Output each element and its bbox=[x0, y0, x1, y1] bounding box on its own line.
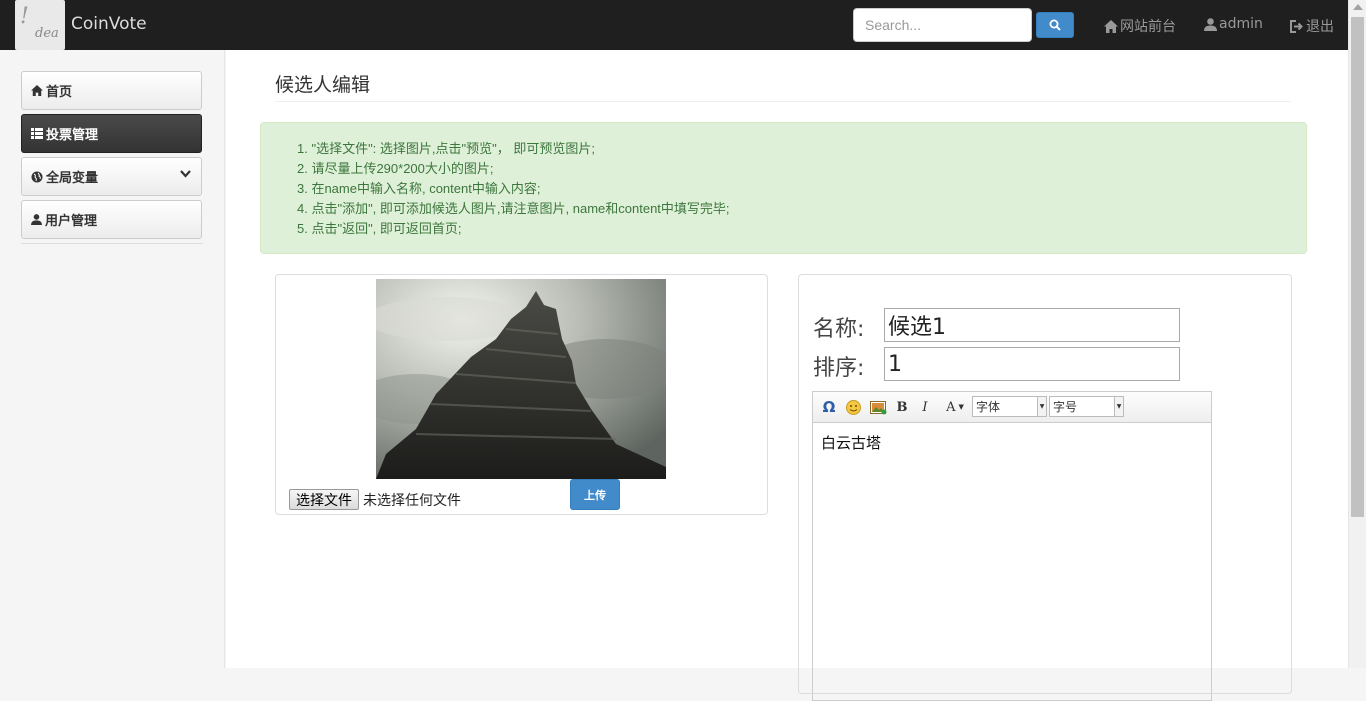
brand-name[interactable]: CoinVote bbox=[71, 14, 147, 34]
rich-text-editor: Ω B I A ▼ 字体 ▼ 字号 ▼ 白云古塔 bbox=[812, 391, 1212, 701]
instruction-item: 3. 在name中输入名称, content中输入内容; bbox=[297, 181, 541, 196]
name-label: 名称: bbox=[813, 317, 865, 342]
instruction-item: 1. "选择文件": 选择图片,点击"预览"， 即可预览图片; bbox=[297, 141, 595, 156]
bold-button[interactable]: B bbox=[895, 398, 909, 416]
order-input[interactable] bbox=[884, 347, 1180, 381]
nav-link-label: admin bbox=[1219, 16, 1263, 32]
nav-link-frontend[interactable]: 网站前台 bbox=[1104, 16, 1176, 36]
scrollbar-thumb[interactable] bbox=[1351, 17, 1364, 517]
file-status-text: 未选择任何文件 bbox=[363, 492, 461, 509]
sidebar-item-label: 用户管理 bbox=[45, 214, 98, 229]
font-family-select-value: 字体 bbox=[976, 400, 1001, 414]
sidebar-item-label: 首页 bbox=[46, 85, 73, 100]
home-icon bbox=[1104, 19, 1118, 33]
editor-content[interactable]: 白云古塔 bbox=[821, 432, 881, 453]
font-family-select[interactable]: 字体 ▼ bbox=[972, 396, 1047, 417]
home-icon bbox=[31, 85, 43, 96]
main-content: 候选人编辑 1. "选择文件": 选择图片,点击"预览"， 即可预览图片; 2.… bbox=[226, 50, 1348, 701]
special-char-icon[interactable]: Ω bbox=[821, 398, 837, 416]
search-input[interactable] bbox=[853, 8, 1032, 42]
list-icon bbox=[31, 128, 43, 139]
insert-image-icon[interactable] bbox=[869, 398, 887, 416]
candidate-form-panel: 名称: 排序: Ω B I A▼ 字体 ▼ 字号 bbox=[798, 274, 1292, 701]
chevron-down-icon[interactable] bbox=[180, 170, 191, 178]
name-input[interactable] bbox=[884, 308, 1180, 342]
font-size-select-value: 字号 bbox=[1053, 400, 1078, 414]
image-upload-panel: 选择文件 未选择任何文件 上传 bbox=[275, 274, 768, 515]
scroll-up-arrow-icon[interactable] bbox=[1353, 4, 1363, 10]
sidebar-item-vote-management[interactable]: 投票管理 bbox=[21, 114, 202, 153]
font-color-button[interactable]: A ▼ bbox=[941, 398, 969, 416]
instructions-list: 1. "选择文件": 选择图片,点击"预览"， 即可预览图片; 2. 请尽量上传… bbox=[297, 139, 730, 239]
dropdown-arrow-icon: ▼ bbox=[1114, 397, 1123, 416]
instructions-alert: 1. "选择文件": 选择图片,点击"预览"， 即可预览图片; 2. 请尽量上传… bbox=[260, 122, 1307, 254]
instruction-item: 5. 点击"返回", 即可返回首页; bbox=[297, 221, 462, 236]
logo-subtext: dea bbox=[35, 26, 59, 41]
order-label: 排序: bbox=[813, 356, 865, 381]
emoticon-icon[interactable] bbox=[845, 398, 861, 416]
top-navbar: ! dea CoinVote 网站前台 admin 退出 bbox=[0, 0, 1348, 50]
user-icon bbox=[31, 214, 42, 225]
page-title: 候选人编辑 bbox=[275, 74, 371, 96]
nav-link-logout[interactable]: 退出 bbox=[1290, 16, 1334, 36]
sidebar-item-label: 投票管理 bbox=[46, 128, 99, 143]
search-icon bbox=[1049, 19, 1061, 31]
choose-file-button[interactable]: 选择文件 bbox=[289, 489, 359, 510]
sidebar-divider bbox=[21, 243, 203, 244]
sidebar-item-home[interactable]: 首页 bbox=[21, 71, 202, 110]
nav-link-admin[interactable]: admin bbox=[1204, 16, 1263, 32]
search-button[interactable] bbox=[1036, 12, 1074, 38]
sidebar-item-label: 全局变量 bbox=[46, 171, 99, 186]
upload-button[interactable]: 上传 bbox=[570, 479, 620, 510]
candidate-image-preview bbox=[376, 279, 666, 479]
file-picker: 选择文件 未选择任何文件 bbox=[289, 489, 461, 510]
instruction-item: 4. 点击"添加", 即可添加候选人图片,请注意图片, name和content… bbox=[297, 201, 730, 216]
italic-button[interactable]: I bbox=[919, 398, 931, 416]
nav-link-label: 退出 bbox=[1306, 19, 1334, 35]
nav-link-label: 网站前台 bbox=[1120, 19, 1176, 35]
dropdown-arrow-icon: ▼ bbox=[1037, 397, 1046, 416]
instruction-item: 2. 请尽量上传290*200大小的图片; bbox=[297, 161, 494, 176]
font-size-select[interactable]: 字号 ▼ bbox=[1049, 396, 1124, 417]
sidebar-item-user-management[interactable]: 用户管理 bbox=[21, 200, 202, 239]
sidebar: 首页 投票管理 全局变量 用户管理 bbox=[0, 50, 225, 668]
sidebar-item-global-vars[interactable]: 全局变量 bbox=[21, 157, 202, 196]
logo[interactable]: ! dea bbox=[15, 0, 65, 50]
logo-mark: ! bbox=[20, 4, 29, 29]
editor-toolbar: Ω B I A ▼ 字体 ▼ 字号 ▼ bbox=[813, 392, 1211, 423]
page-scrollbar[interactable] bbox=[1348, 0, 1366, 668]
title-divider bbox=[275, 101, 1291, 102]
globe-icon bbox=[31, 171, 43, 182]
user-icon bbox=[1204, 17, 1217, 31]
logout-icon bbox=[1290, 19, 1303, 33]
